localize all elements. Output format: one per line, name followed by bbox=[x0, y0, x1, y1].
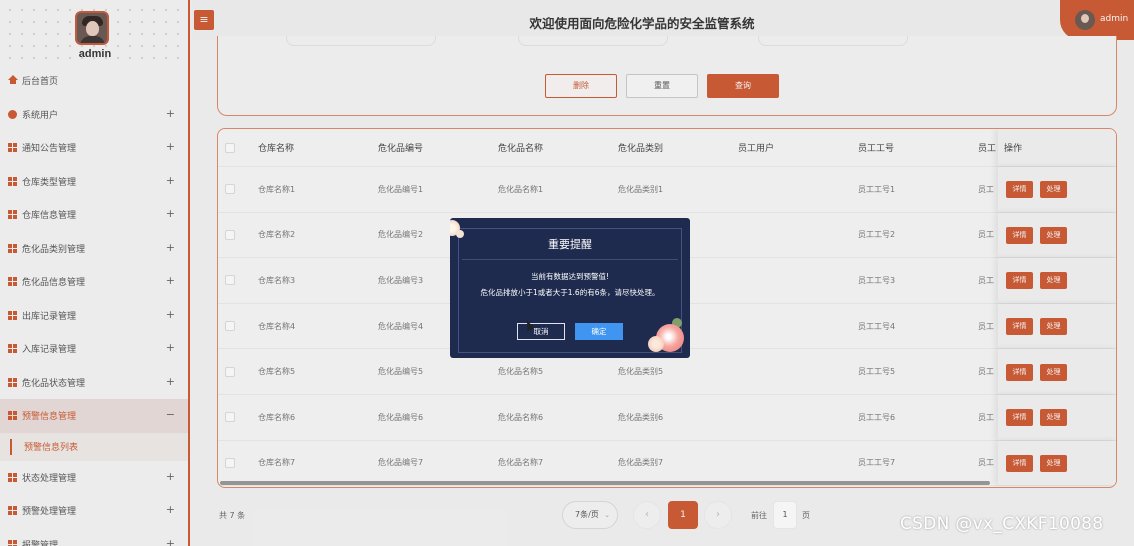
dialog-title: 重要提醒 bbox=[548, 238, 592, 251]
watermark: CSDN @vx_CXKF10088 bbox=[900, 514, 1104, 534]
warning-dialog: 重要提醒 当前有数据达到预警值! 危化品排放小于1或者大于1.6的有6条，请尽快… bbox=[450, 218, 690, 358]
dialog-divider bbox=[462, 259, 678, 260]
flower-decoration-icon bbox=[648, 336, 664, 352]
dialog-ok-button[interactable]: 确定 bbox=[575, 323, 623, 340]
dialog-message-line2: 危化品排放小于1或者大于1.6的有6条，请尽快处理。 bbox=[480, 288, 660, 297]
dialog-message-line1: 当前有数据达到预警值! bbox=[530, 272, 609, 281]
